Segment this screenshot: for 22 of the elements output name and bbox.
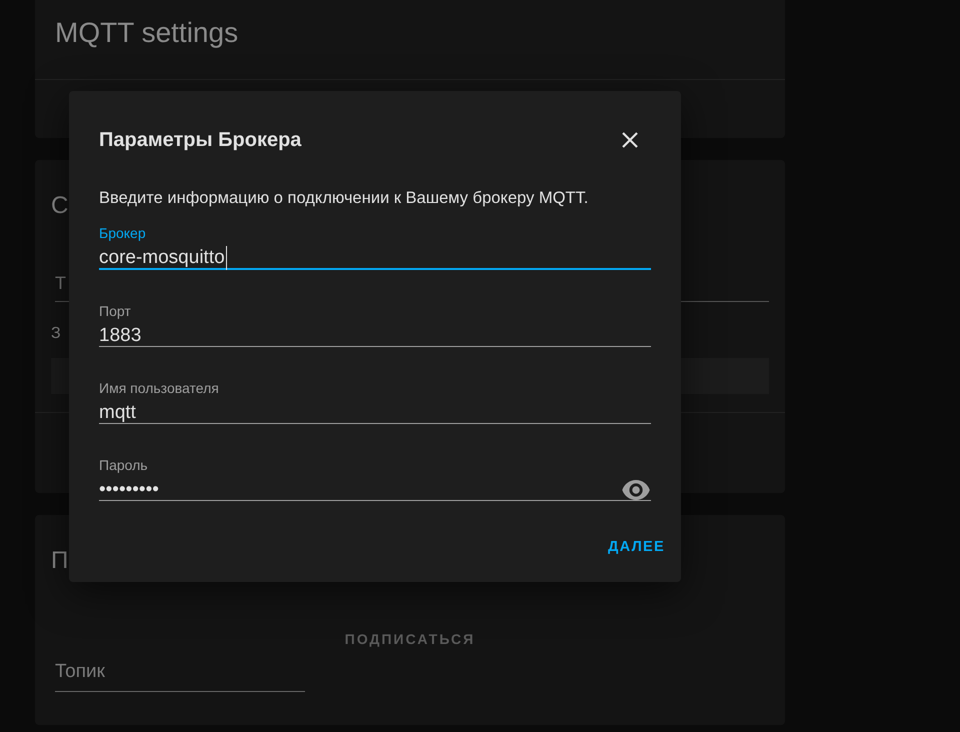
field-value: 1883 <box>99 324 142 348</box>
input-field[interactable]: Пароль ••••••••• <box>99 452 651 501</box>
card-title: П <box>51 546 68 576</box>
field-label: Брокер <box>99 224 146 242</box>
topic-field[interactable]: Топик <box>55 658 305 692</box>
field-label: Порт <box>99 302 131 320</box>
card-title: С <box>51 191 68 221</box>
field-label: З <box>51 324 61 344</box>
field-label: Имя пользователя <box>99 378 219 397</box>
field-value: core-mosquitto <box>99 246 227 270</box>
eye-icon[interactable] <box>621 480 651 500</box>
next-button[interactable]: ДАЛЕЕ <box>600 528 673 566</box>
field-label: Пароль <box>99 456 148 474</box>
card-title: MQTT settings <box>55 17 238 48</box>
input-field[interactable]: Брокер core-mosquitto <box>99 220 651 270</box>
field-value: mqtt <box>99 400 136 425</box>
dialog-description: Введите информацию о подключении к Вашему брокеру MQTT. <box>99 188 590 209</box>
input-field[interactable]: Имя пользователя mqtt <box>99 374 651 424</box>
field-value: ••••••••• <box>99 478 159 502</box>
close-icon[interactable] <box>621 131 639 149</box>
input-field[interactable]: Порт 1883 <box>99 298 651 347</box>
dialog-title: Параметры Брокера <box>99 128 302 153</box>
